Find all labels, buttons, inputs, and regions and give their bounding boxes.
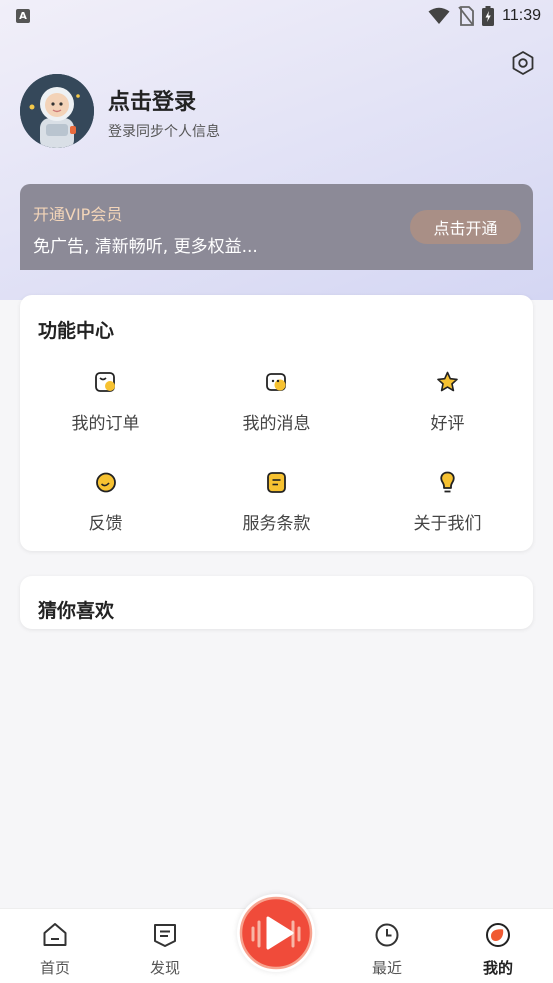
me-icon <box>486 923 510 947</box>
terms-icon <box>267 472 286 493</box>
login-title[interactable]: 点击登录 <box>108 84 196 116</box>
my-messages-item[interactable]: 我的消息 <box>191 370 362 450</box>
nav-discover-label: 发现 <box>149 959 180 977</box>
star-icon <box>437 371 458 392</box>
about-us-label: 关于我们 <box>413 514 482 534</box>
clock-time: 11:39 <box>502 7 541 24</box>
discover-icon <box>154 924 176 947</box>
battery-icon <box>482 6 495 26</box>
guess-you-like-title: 猜你喜欢 <box>38 600 115 622</box>
about-us-item[interactable]: 关于我们 <box>362 470 533 550</box>
avatar[interactable] <box>20 74 94 148</box>
astronaut-avatar-image <box>20 74 94 148</box>
nav-home-label: 首页 <box>39 959 70 977</box>
nav-home[interactable]: 首页 <box>0 909 110 983</box>
play-icon <box>239 896 313 970</box>
home-icon <box>43 923 67 946</box>
good-review-label: 好评 <box>430 414 465 434</box>
nav-me-label: 我的 <box>482 959 513 977</box>
feedback-icon <box>96 472 116 493</box>
my-orders-item[interactable]: 我的订单 <box>20 370 191 450</box>
wifi-icon <box>428 7 450 24</box>
feedback-label: 反馈 <box>88 514 123 534</box>
nav-me[interactable]: 我的 <box>443 909 553 983</box>
no-sim-icon <box>458 6 475 26</box>
status-bar: A 11:39 <box>0 0 553 32</box>
play-button[interactable] <box>237 894 315 972</box>
function-center-card: 功能中心 我的订单 我的消息 好评 反馈 服务条款 关于我们 <box>20 295 533 551</box>
feedback-item[interactable]: 反馈 <box>20 470 191 550</box>
function-center-title: 功能中心 <box>38 320 115 342</box>
message-icon <box>266 373 286 391</box>
my-messages-label: 我的消息 <box>242 414 311 434</box>
good-review-item[interactable]: 好评 <box>362 370 533 450</box>
vip-card[interactable]: 开通VIP会员 免广告, 清新畅听, 更多权益... 点击开通 <box>20 184 533 270</box>
bulb-icon <box>440 471 455 493</box>
settings-icon[interactable] <box>510 50 536 76</box>
nav-discover[interactable]: 发现 <box>110 909 220 983</box>
terms-item[interactable]: 服务条款 <box>191 470 362 550</box>
vip-description: 免广告, 清新畅听, 更多权益... <box>33 237 258 257</box>
order-icon <box>95 372 115 392</box>
clock-icon <box>375 923 399 947</box>
vip-title: 开通VIP会员 <box>33 205 123 224</box>
app-notification-icon: A <box>16 9 30 23</box>
guess-you-like-card: 猜你喜欢 <box>20 576 533 629</box>
terms-label: 服务条款 <box>242 514 311 534</box>
login-subtitle: 登录同步个人信息 <box>108 124 220 140</box>
nav-recent-label: 最近 <box>371 959 402 977</box>
vip-open-button[interactable]: 点击开通 <box>410 210 521 244</box>
nav-recent[interactable]: 最近 <box>332 909 442 983</box>
my-orders-label: 我的订单 <box>71 414 140 434</box>
